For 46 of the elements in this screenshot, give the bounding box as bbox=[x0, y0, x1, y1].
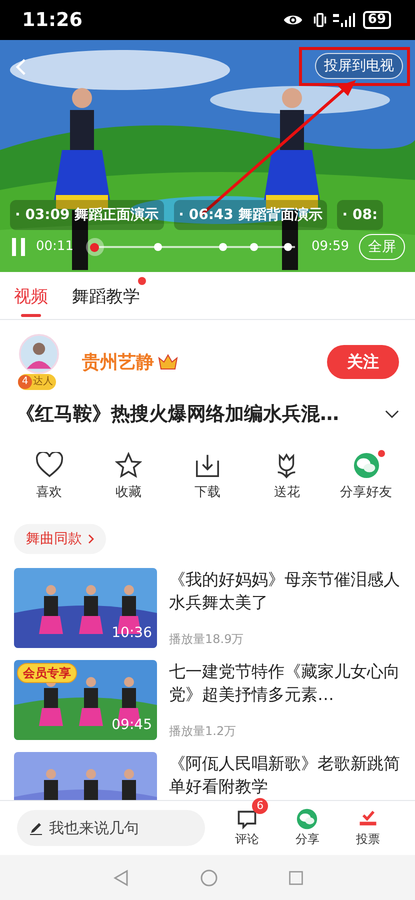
video-title[interactable]: 七一建党节特作《藏家儿女心向党》超美抒情多元素… bbox=[169, 660, 401, 706]
song-tag[interactable]: 舞曲同款 bbox=[14, 524, 106, 554]
vote-button[interactable]: 投票 bbox=[342, 808, 393, 848]
wechat-icon bbox=[296, 808, 318, 830]
duration-time: 09:59 bbox=[312, 238, 349, 256]
action-button[interactable]: 收藏 bbox=[97, 452, 160, 508]
clock: 11:26 bbox=[22, 8, 82, 33]
signal-icon bbox=[332, 12, 357, 28]
action-button[interactable]: 下载 bbox=[176, 452, 238, 508]
chevron-right-icon bbox=[88, 534, 94, 544]
heart-icon bbox=[36, 452, 62, 479]
wechat-icon bbox=[352, 452, 380, 479]
action-button[interactable]: 送花 bbox=[256, 452, 318, 508]
tab[interactable]: 舞蹈教学 bbox=[72, 281, 140, 319]
share-button[interactable]: 分享好友 bbox=[335, 452, 397, 508]
follow-button[interactable]: 关注 bbox=[327, 345, 399, 379]
back-icon[interactable] bbox=[15, 58, 27, 76]
video-title[interactable]: 《我的好妈妈》母亲节催泪感人水兵舞太美了 bbox=[169, 568, 401, 614]
comment-icon bbox=[236, 808, 258, 830]
view-count: 播放量1.2万 bbox=[169, 723, 238, 740]
vibrate-icon bbox=[312, 12, 327, 28]
level-badge: 4 达人 bbox=[18, 374, 56, 390]
tab[interactable]: 视频 bbox=[14, 281, 48, 319]
video-title: 《红马鞍》热搜火爆网络加编水兵混… bbox=[16, 402, 340, 427]
crown-icon bbox=[158, 354, 178, 370]
action-button[interactable]: 喜欢 bbox=[18, 452, 80, 508]
comment-field[interactable]: 我也来说几句 bbox=[17, 810, 205, 846]
battery-indicator: 69 bbox=[362, 11, 391, 29]
progress-thumb[interactable] bbox=[86, 238, 104, 256]
vip-badge: 会员专享 bbox=[17, 663, 77, 683]
view-count: 播放量18.9万 bbox=[169, 631, 245, 648]
back-icon[interactable] bbox=[112, 868, 130, 886]
video-title[interactable]: 《阿佤人民唱新歌》老歌新跳简单好看附教学 bbox=[169, 752, 401, 798]
chapter-chip[interactable]: · 08: bbox=[337, 200, 383, 230]
comment-input[interactable]: 我也来说几句 bbox=[49, 816, 193, 840]
count-badge: 6 bbox=[252, 798, 268, 814]
chevron-down-icon[interactable] bbox=[385, 410, 399, 418]
eye-icon bbox=[282, 13, 303, 27]
cast-button[interactable]: 投屏到电视 bbox=[315, 53, 403, 79]
share-button[interactable]: 分享 bbox=[282, 808, 332, 848]
star-icon bbox=[114, 452, 142, 479]
download-icon bbox=[194, 452, 221, 479]
home-icon[interactable] bbox=[200, 868, 218, 886]
recents-icon[interactable] bbox=[288, 870, 304, 886]
avatar[interactable] bbox=[19, 334, 59, 374]
pencil-icon bbox=[29, 821, 43, 835]
